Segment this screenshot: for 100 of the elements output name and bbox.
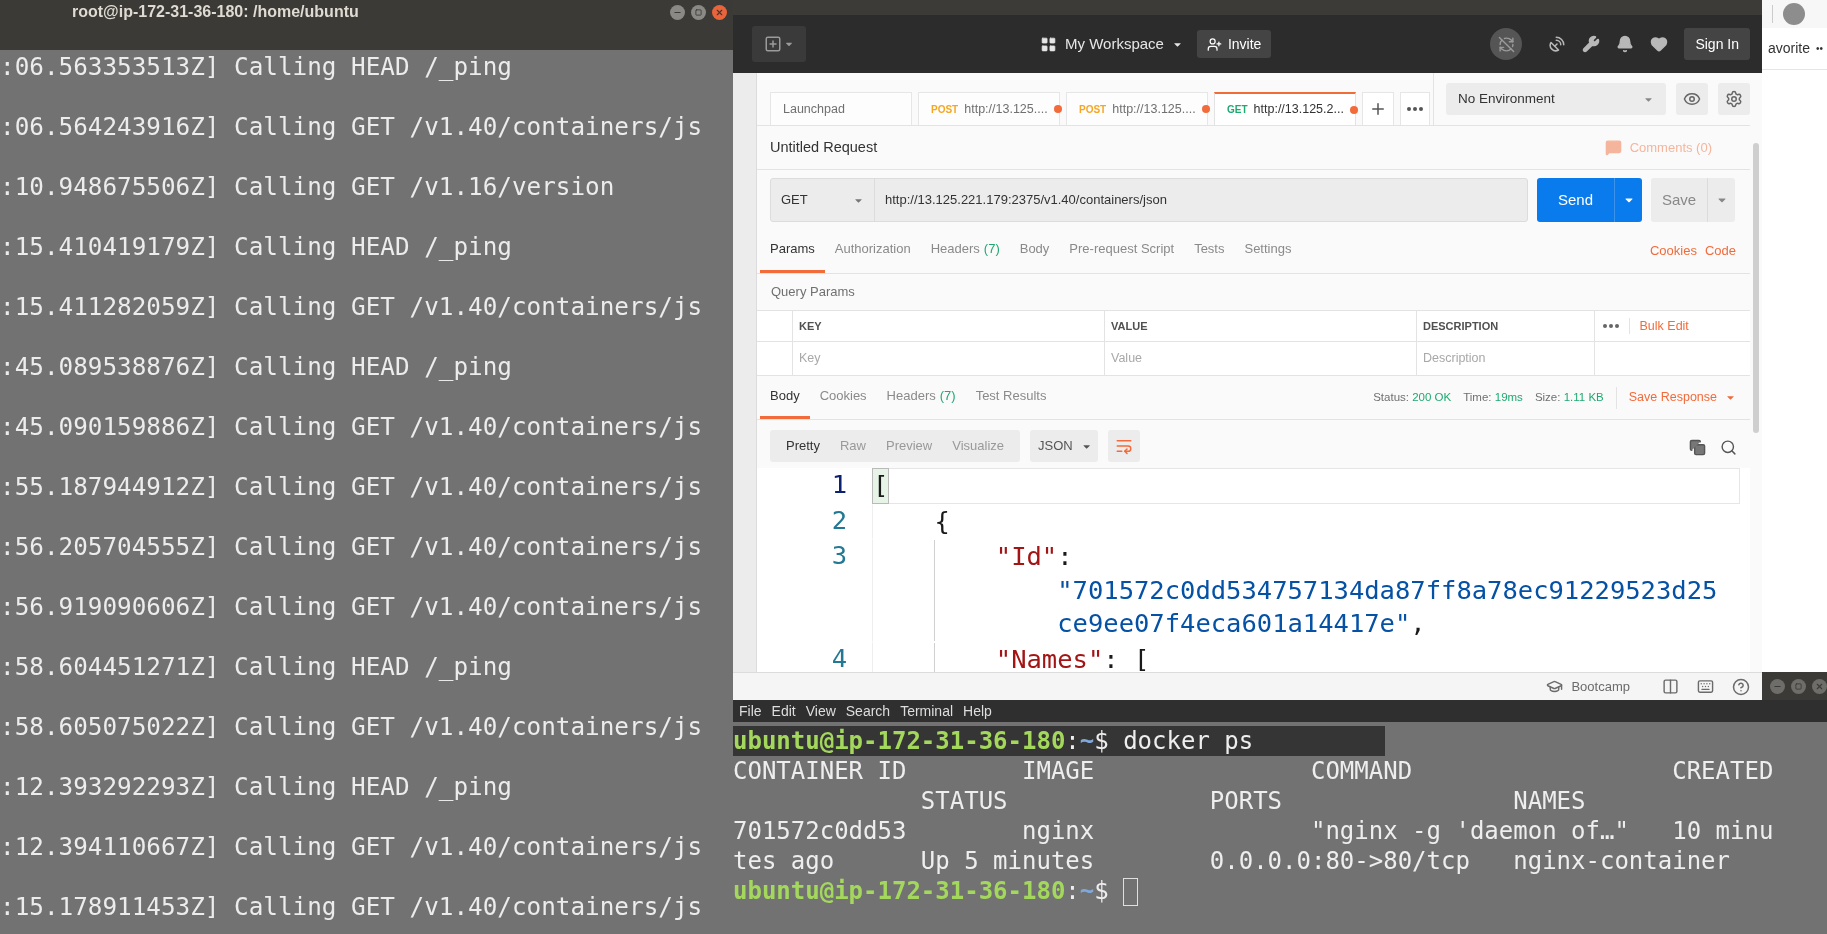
code-line: {	[872, 503, 1740, 540]
request-title: Untitled Request	[770, 137, 878, 157]
section-tab[interactable]: Body	[760, 376, 810, 419]
line-number: 1	[830, 468, 848, 501]
close-icon	[715, 8, 724, 17]
menu-item[interactable]: View	[805, 700, 836, 722]
output-line: CONTAINER ID IMAGE COMMAND CREATED	[733, 756, 1774, 786]
heart-icon[interactable]	[1650, 35, 1669, 53]
more-icon[interactable]	[1603, 324, 1619, 328]
save-response-button[interactable]: Save Response	[1628, 388, 1736, 407]
maximize-button[interactable]	[691, 5, 706, 20]
comment-icon	[1604, 139, 1622, 156]
section-tab[interactable]: Test Results	[965, 376, 1057, 419]
output-line: tes ago Up 5 minutes 0.0.0.0:80->80/tcp nginx-container	[733, 846, 1730, 876]
url-field[interactable]: GET http://13.125.221.179:2375/v1.40/containers/json	[770, 178, 1528, 222]
bulk-edit-link[interactable]: Bulk Edit	[1639, 316, 1689, 336]
tab-label: http://13.125....	[964, 100, 1048, 118]
two-pane-icon[interactable]	[1662, 678, 1679, 695]
section-tab[interactable]: Body	[1009, 228, 1060, 273]
scrollbar[interactable]	[1753, 143, 1759, 433]
log-line: :10.948675506Z] Calling GET /v1.16/version	[0, 171, 615, 203]
request-tab[interactable]: POST http://13.125....	[1066, 92, 1208, 125]
save-button[interactable]: Save	[1651, 178, 1735, 222]
wrap-icon	[1115, 437, 1134, 455]
section-tab[interactable]: Tests	[1184, 228, 1235, 273]
log-line: :06.564243916Z] Calling GET /v1.40/containers/js	[0, 111, 703, 143]
send-button[interactable]: Send	[1537, 178, 1642, 222]
request-tab[interactable]: Launchpad	[770, 92, 912, 125]
eye-button[interactable]	[1676, 83, 1708, 115]
request-tab[interactable]: GET http://13.125.2...	[1214, 92, 1356, 125]
bookmark-label[interactable]: avorite	[1768, 38, 1811, 59]
sign-in-button[interactable]: Sign In	[1684, 28, 1750, 60]
settings-icon	[1725, 90, 1743, 108]
method-label: POST	[931, 102, 959, 117]
header-link[interactable]: Cookies	[1649, 240, 1697, 261]
method-label: GET	[1227, 103, 1248, 117]
add-user-icon	[1206, 36, 1222, 52]
close-button[interactable]	[712, 5, 727, 20]
log-line: :45.090159886Z] Calling GET /v1.40/containers/js	[0, 411, 703, 443]
section-tab[interactable]: Authorization	[824, 228, 921, 273]
view-mode-option[interactable]: Pretty	[776, 430, 830, 462]
new-dropdown-button[interactable]	[752, 26, 806, 62]
column-header: VALUE	[1105, 311, 1417, 341]
method-label: POST	[1079, 102, 1107, 117]
section-tab[interactable]: Settings	[1234, 228, 1302, 273]
more-bookmarks[interactable]: ••	[1816, 41, 1824, 56]
menu-item[interactable]: Edit	[771, 700, 796, 722]
menu-item[interactable]: Search	[845, 700, 891, 722]
window-title: root@ip-172-31-36-180: /home/ubuntu	[72, 2, 359, 22]
bootcamp-link[interactable]: Bootcamp	[1546, 676, 1630, 697]
more-tabs-button[interactable]	[1400, 92, 1430, 125]
log-line: :15.411282059Z] Calling GET /v1.40/containers/js	[0, 291, 703, 323]
section-title: Query Params	[771, 283, 855, 302]
avatar[interactable]	[1783, 3, 1805, 25]
line-number: 4	[830, 641, 848, 672]
menu-item[interactable]: Help	[963, 700, 992, 722]
notifications-icon[interactable]	[1616, 35, 1635, 53]
new-tab-button[interactable]	[1362, 92, 1394, 125]
help-icon[interactable]	[1732, 677, 1750, 696]
request-tab[interactable]: POST http://13.125....	[918, 92, 1060, 125]
section-tab[interactable]: Params	[760, 228, 825, 273]
prompt-line: ubuntu@ip-172-31-36-180:~$	[733, 876, 1385, 906]
settings-button[interactable]	[1718, 83, 1750, 115]
tab-label: Launchpad	[783, 100, 845, 118]
invite-button[interactable]: Invite	[1196, 30, 1272, 58]
satellite-icon[interactable]	[1548, 35, 1567, 53]
eye-icon	[1683, 90, 1701, 108]
section-tab[interactable]: Pre-request Script	[1059, 228, 1185, 273]
section-tab[interactable]: Headers (7)	[920, 228, 1010, 273]
plus-square-icon	[764, 35, 782, 53]
format-dropdown[interactable]: JSON	[1030, 430, 1099, 462]
wrap-button[interactable]	[1108, 430, 1141, 462]
minimize-button[interactable]	[670, 5, 685, 20]
more-icon	[1407, 107, 1423, 111]
line-number: 2	[830, 503, 848, 537]
search-icon[interactable]	[1720, 439, 1737, 456]
log-line: :45.089538876Z] Calling HEAD /_ping	[0, 351, 512, 383]
code-line: "Id": "701572c0dd534757134da87ff8a78ec91229523d25ce9ee07f4eca601a14417e",	[872, 539, 1740, 642]
sync-button[interactable]	[1490, 28, 1523, 60]
output-line: STATUS PORTS NAMES	[919, 786, 1586, 816]
section-tab[interactable]: Cookies	[809, 376, 877, 419]
header-link[interactable]: Code	[1704, 240, 1736, 261]
section-tab[interactable]: Headers (7)	[876, 376, 966, 419]
copy-icon[interactable]	[1689, 439, 1706, 456]
method-dropdown[interactable]: GET	[771, 179, 875, 221]
workspace-dropdown[interactable]: My Workspace	[1040, 32, 1183, 56]
wrench-icon[interactable]	[1582, 35, 1601, 53]
menu-item[interactable]: File	[739, 700, 762, 722]
tab-label: http://13.125....	[1112, 100, 1196, 118]
plus-icon	[1369, 100, 1387, 118]
log-line: :12.394110667Z] Calling GET /v1.40/containers/js	[0, 831, 703, 863]
column-header: DESCRIPTION	[1417, 311, 1595, 341]
keyboard-icon[interactable]	[1697, 678, 1714, 695]
menu-item[interactable]: Terminal	[900, 700, 954, 722]
column-header: KEY	[793, 311, 1105, 341]
log-line: :12.393292293Z] Calling HEAD /_ping	[0, 771, 512, 803]
log-line: :56.919090606Z] Calling GET /v1.40/containers/js	[0, 591, 703, 623]
log-line: :15.178911453Z] Calling GET /v1.40/containers/js	[0, 891, 703, 923]
line-number: 3	[830, 539, 848, 573]
environment-dropdown[interactable]: No Environment	[1446, 83, 1666, 115]
